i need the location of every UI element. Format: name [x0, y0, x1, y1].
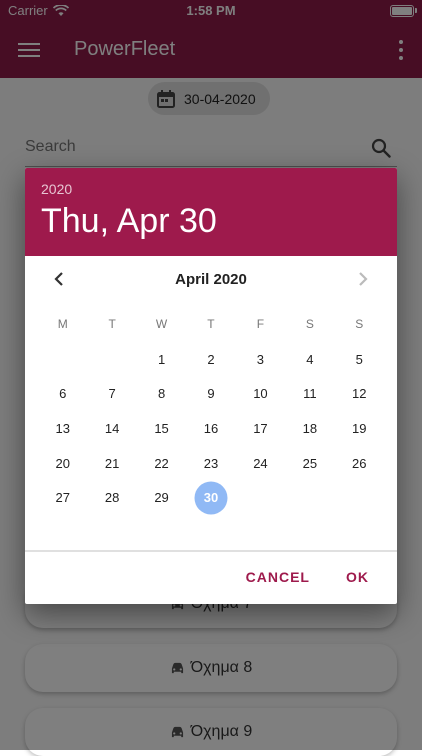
day-number: 3 [256, 351, 265, 367]
day-cell[interactable]: 10 [236, 377, 285, 412]
day-number: 12 [352, 386, 367, 402]
day-number: 17 [253, 420, 268, 436]
day-number: 1 [157, 351, 166, 367]
day-cell[interactable]: 3 [236, 342, 285, 377]
date-picker-dialog: 2020 Thu, Apr 30 April 2020 MTWTFSS 1234… [25, 168, 397, 604]
day-number: 21 [104, 455, 120, 471]
day-number: 28 [104, 490, 120, 506]
day-cell[interactable]: 18 [285, 411, 334, 446]
weekday-label: S [355, 317, 364, 331]
ok-button[interactable]: OK [330, 562, 385, 592]
day-cell[interactable]: 7 [87, 377, 136, 412]
day-number: 15 [154, 420, 169, 436]
day-number: 16 [203, 420, 219, 436]
day-number: 4 [306, 351, 314, 367]
day-number: 9 [207, 386, 215, 402]
day-number: 20 [55, 455, 70, 471]
day-blank [38, 342, 87, 377]
selected-year[interactable]: 2020 [41, 181, 72, 197]
weekday-label: T [207, 317, 215, 331]
weekday-label: M [57, 317, 68, 331]
day-cell[interactable]: 15 [137, 411, 186, 446]
date-picker-header: 2020 Thu, Apr 30 [25, 168, 397, 256]
day-cell[interactable]: 23 [186, 446, 235, 481]
day-cell[interactable]: 21 [87, 446, 136, 481]
day-cell[interactable]: 1 [137, 342, 186, 377]
day-number: 7 [108, 386, 116, 402]
month-label: April 2020 [175, 271, 247, 288]
day-number: 23 [203, 455, 219, 471]
day-cell[interactable]: 6 [38, 377, 87, 412]
day-cell[interactable]: 5 [335, 342, 384, 377]
day-number: 30 [203, 490, 219, 506]
day-cell[interactable]: 2 [186, 342, 235, 377]
day-blank [87, 342, 136, 377]
day-number: 26 [352, 455, 367, 471]
calendar-days-grid: 1 2 3 4 5 6 7 8 9 10 11 12 13 14 15 16 17 18 19 20 21 22 23 24 2… [38, 342, 384, 515]
day-cell[interactable]: 11 [285, 377, 334, 412]
day-number: 25 [302, 455, 318, 471]
day-number: 18 [302, 420, 318, 436]
day-cell[interactable]: 17 [236, 411, 285, 446]
day-cell[interactable]: 22 [137, 446, 186, 481]
cancel-button[interactable]: CANCEL [230, 562, 326, 592]
day-cell[interactable]: 14 [87, 411, 136, 446]
day-number: 2 [207, 351, 215, 367]
day-number: 10 [253, 386, 268, 402]
weekday-header-row: MTWTFSS [38, 317, 384, 333]
day-number: 8 [157, 386, 166, 402]
day-number: 24 [253, 455, 268, 471]
weekday-label: S [305, 317, 314, 331]
day-cell[interactable]: 8 [137, 377, 186, 412]
chevron-right-icon[interactable] [353, 267, 373, 291]
day-cell[interactable]: 12 [335, 377, 384, 412]
dialog-divider [25, 550, 397, 552]
day-cell[interactable]: 29 [137, 480, 186, 515]
day-number: 22 [154, 455, 169, 471]
month-navigation: April 2020 [25, 264, 397, 294]
day-number: 29 [154, 490, 169, 506]
day-number: 27 [55, 490, 70, 506]
day-cell[interactable]: 20 [38, 446, 87, 481]
day-number: 14 [104, 420, 120, 436]
weekday-label: W [155, 317, 168, 331]
day-cell[interactable]: 9 [186, 377, 235, 412]
day-cell-selected[interactable]: 30 [186, 480, 235, 515]
day-number: 13 [55, 420, 70, 436]
day-number: 5 [355, 351, 363, 367]
day-cell[interactable]: 25 [285, 446, 334, 481]
weekday-label: T [108, 317, 116, 331]
weekday-label: F [256, 317, 265, 331]
day-cell[interactable]: 19 [335, 411, 384, 446]
day-number: 11 [303, 386, 317, 402]
day-cell[interactable]: 28 [87, 480, 136, 515]
day-number: 19 [352, 420, 367, 436]
day-cell[interactable]: 24 [236, 446, 285, 481]
dialog-actions: CANCEL OK [230, 562, 397, 592]
day-cell[interactable]: 27 [38, 480, 87, 515]
day-cell[interactable]: 26 [335, 446, 384, 481]
selected-date-label: Thu, Apr 30 [41, 202, 217, 240]
day-cell[interactable]: 4 [285, 342, 334, 377]
day-cell[interactable]: 13 [38, 411, 87, 446]
day-number: 6 [59, 386, 67, 402]
day-cell[interactable]: 16 [186, 411, 235, 446]
